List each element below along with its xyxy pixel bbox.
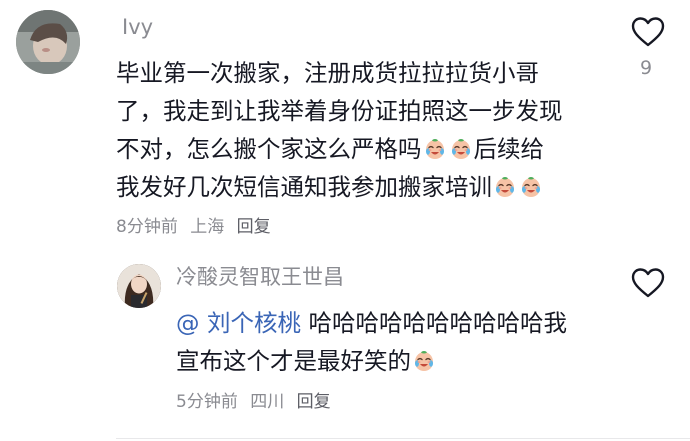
reply-line-2-text: 宣布这个才是最好笑的 [176,347,411,375]
reply-reply-button[interactable]: 回复 [297,392,331,412]
reply-line-1-text: 哈哈哈哈哈哈哈哈哈哈我 [300,309,567,337]
reply-line-1: @ 刘个核桃 哈哈哈哈哈哈哈哈哈哈我 [176,304,567,342]
reply-time: 5分钟前 [176,392,238,412]
commenter-username[interactable]: Ivy [122,14,153,40]
commenter-avatar[interactable] [16,10,80,74]
comment-time: 8分钟前 [116,217,178,237]
reply-like-button[interactable] [630,267,666,299]
heart-icon [631,17,665,47]
comment-meta: 8分钟前 上海 回复 [116,216,278,238]
comment-line-3-suffix: 后续给 [473,135,545,163]
comment-line-1: 毕业第一次搬家，注册成货拉拉拉货小哥 [116,59,539,87]
comment-like-count: 9 [640,57,653,79]
comment-reply-button[interactable]: 回复 [237,217,271,237]
reply-meta: 5分钟前 四川 回复 [176,391,338,413]
crying-laughing-emoji-icon [493,175,517,199]
mention-link[interactable]: @ 刘个核桃 [176,309,301,337]
comment-line-4-text: 我发好几次短信通知我参加搬家培训 [116,173,492,201]
comment-like-button[interactable] [630,16,666,48]
comment-divider [116,438,690,439]
comment-location: 上海 [190,217,225,237]
profile-avatar-icon [16,10,80,74]
reply-location: 四川 [250,392,285,412]
comment-line-4: 我发好几次短信通知我参加搬家培训 [116,168,563,206]
profile-avatar-icon [117,264,161,308]
heart-icon [631,268,665,298]
reply-line-2: 宣布这个才是最好笑的 [176,342,567,380]
crying-laughing-emoji-icon [449,137,473,161]
crying-laughing-emoji-icon [412,349,436,373]
reply-body: @ 刘个核桃 哈哈哈哈哈哈哈哈哈哈我 宣布这个才是最好笑的 [176,304,567,380]
comment-line-3: 不对，怎么搬个家这么严格吗 后续给 [116,130,563,168]
crying-laughing-emoji-icon [519,175,543,199]
crying-laughing-emoji-icon [423,137,447,161]
comment-line-3-text: 不对，怎么搬个家这么严格吗 [116,135,422,163]
comment-line-2: 了，我走到让我举着身份证拍照这一步发现 [116,97,563,125]
comment-body: 毕业第一次搬家，注册成货拉拉拉货小哥 了，我走到让我举着身份证拍照这一步发现 不… [116,54,563,206]
replier-username[interactable]: 冷酸灵智取王世昌 [176,264,344,290]
replier-avatar[interactable] [117,264,161,308]
